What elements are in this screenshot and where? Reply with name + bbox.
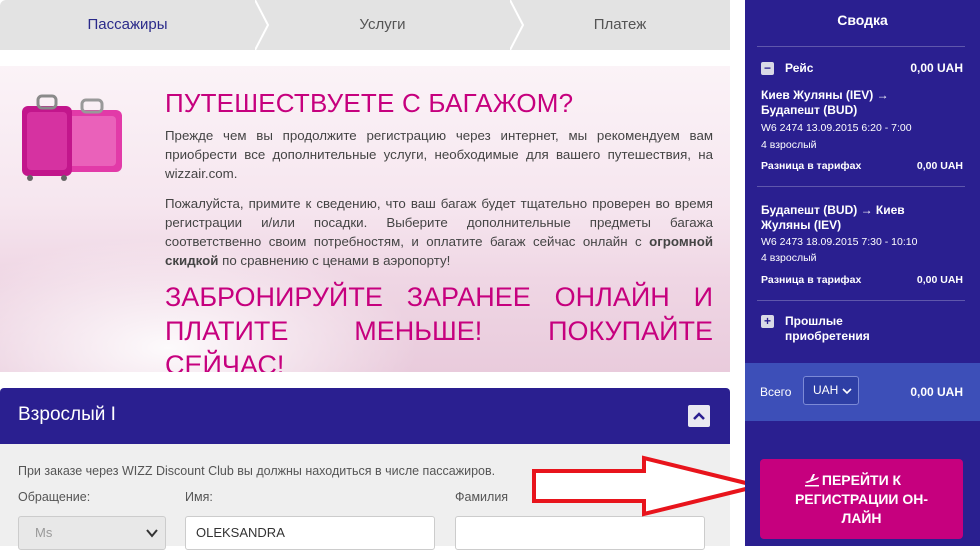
total-box: Всего UAH 0,00 UAH [745,363,980,421]
expand-past-purchases-button[interactable]: + [761,315,774,328]
flight-price: 0,00 UAH [910,61,963,75]
leg1-route: Киев Жуляны (IEV) → Будапешт (BUD) [761,88,889,117]
leg1-details: W6 2474 13.09.2015 6:20 - 7:00 [761,122,912,134]
leg1-passengers: 4 взрослый [761,139,817,151]
leg2-fare-diff-label: Разница в тарифах [761,274,862,286]
first-name-label: Имя: [185,490,213,504]
divider [757,186,965,187]
summary-title: Сводка [837,12,888,28]
passenger-title: Взрослый I [18,404,116,425]
chevron-down-icon [146,529,158,538]
step-payment[interactable]: Платеж [510,0,730,50]
passenger-panel-header: Взрослый I [0,388,730,444]
currency-select[interactable]: UAH [803,376,859,405]
step-passengers[interactable]: Пассажиры [0,0,255,50]
salutation-label: Обращение: [18,490,91,504]
chevron-down-icon [842,388,852,395]
divider [757,300,965,301]
leg2-fare-diff-value: 0,00 UAH [916,274,963,286]
baggage-banner: ПУТЕШЕСТВУЕТЕ С БАГАЖОМ? Прежде чем вы п… [0,66,730,372]
step-services[interactable]: Услуги [255,0,510,50]
collapse-button[interactable] [688,405,710,427]
summary-sidebar: Сводка − Рейс 0,00 UAH Киев Жуляны (IEV)… [745,0,980,546]
salutation-select[interactable]: Ms [18,516,166,550]
suitcase-icon [22,94,122,181]
divider [757,46,965,47]
flight-label: Рейс [785,61,814,75]
leg1-fare-diff-label: Разница в тарифах [761,160,862,172]
leg2-route: Будапешт (BUD) → Киев Жуляны (IEV) [761,203,905,232]
discount-club-note: При заказе через WIZZ Discount Club вы д… [18,464,496,478]
leg2-details: W6 2473 18.09.2015 7:30 - 10:10 [761,236,918,248]
past-purchases-label[interactable]: Прошлые приобретения [785,314,895,344]
banner-title: ПУТЕШЕСТВУЕТЕ С БАГАЖОМ? [165,88,574,118]
chevron-up-icon [693,412,705,420]
red-arrow-annotation [532,455,759,517]
total-value: 0,00 UAH [910,385,963,399]
leg1-fare-diff-value: 0,00 UAH [916,160,963,172]
online-checkin-button[interactable]: ПЕРЕЙТИ К РЕГИСТРАЦИИ ОН-ЛАЙН [760,459,963,539]
last-name-label: Фамилия [455,490,509,504]
banner-paragraph: Прежде чем вы продолжите регистрацию чер… [165,128,713,181]
booking-steps: Пассажиры Услуги Платеж [0,0,730,50]
collapse-flight-button[interactable]: − [761,62,774,75]
banner-promo: ЗАБРОНИРУЙТЕ ЗАРАНЕЕ ОНЛАЙН И ПЛАТИТЕ МЕ… [165,282,713,372]
banner-paragraph: Пожалуйста, примите к сведению, что ваш … [165,196,713,268]
first-name-input[interactable]: OLEKSANDRA [185,516,435,550]
leg2-passengers: 4 взрослый [761,252,817,264]
plane-icon [805,474,819,487]
last-name-input[interactable] [455,516,705,550]
total-label: Всего [760,385,792,399]
